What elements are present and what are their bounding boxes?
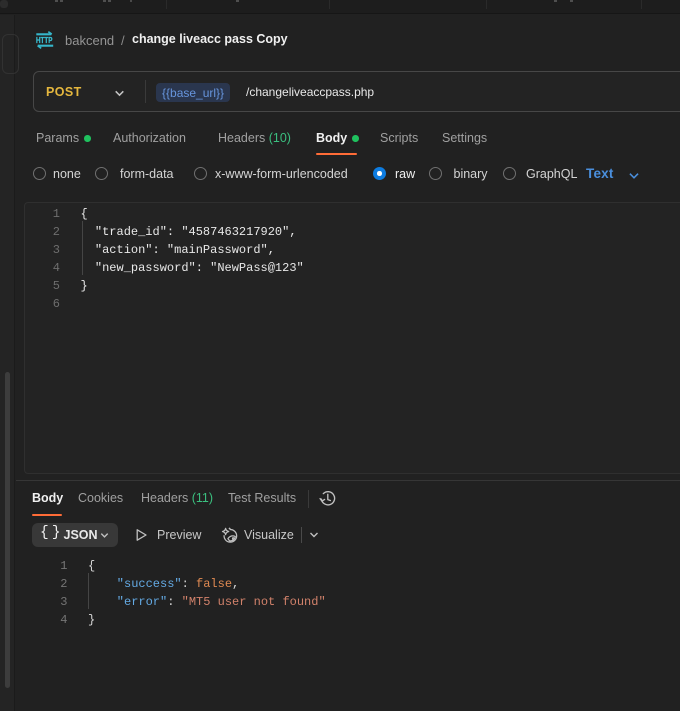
svg-text:HTTP: HTTP [36,35,53,45]
